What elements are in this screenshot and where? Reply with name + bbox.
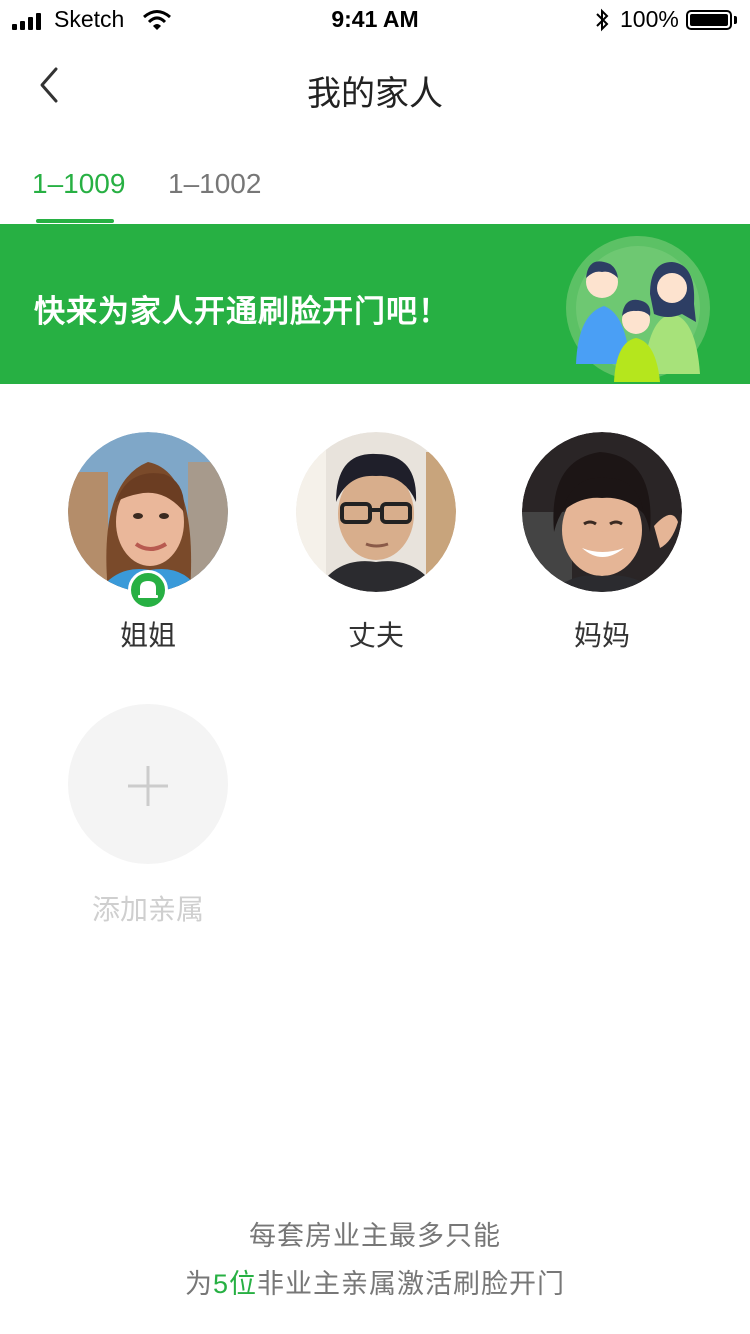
bell-badge (128, 570, 168, 610)
avatar-husband (296, 432, 456, 592)
family-illustration-icon (566, 236, 710, 382)
bell-icon (138, 581, 158, 598)
battery-icon (686, 10, 732, 30)
avatar-sister (68, 432, 228, 592)
member-mother[interactable]: 妈妈 (522, 432, 682, 651)
member-name: 姐姐 (119, 620, 176, 651)
battery-tip (734, 16, 737, 24)
member-husband[interactable]: 丈夫 (296, 432, 456, 651)
tab-1-1009[interactable]: 1–1009 (32, 168, 125, 200)
plus-icon (128, 766, 168, 806)
quota-note-line1: 每套房业主最多只能 (249, 1221, 501, 1251)
quota-suffix: 非业主亲属激活刷脸开门 (257, 1269, 566, 1299)
active-tab-indicator (36, 219, 114, 223)
add-relative-button[interactable] (68, 704, 228, 864)
member-name: 妈妈 (573, 620, 630, 651)
avatar-mother (522, 432, 682, 592)
status-bar: Sketch 9:41 AM 100% (0, 0, 750, 40)
banner-text: 快来为家人开通刷脸开门吧！ (34, 294, 450, 329)
quota-prefix: 为 (184, 1269, 213, 1299)
member-name: 丈夫 (347, 620, 404, 651)
tab-1-1002[interactable]: 1–1002 (168, 168, 261, 200)
bluetooth-icon (596, 8, 609, 32)
member-sister[interactable]: 姐姐 (68, 432, 228, 651)
quota-note-line2: 为5位非业主亲属激活刷脸开门 (0, 1262, 750, 1301)
battery-percent: 100% (620, 6, 679, 32)
quota-count: 5位 (212, 1269, 258, 1299)
add-relative-label: 添加亲属 (91, 894, 204, 925)
page-title: 我的家人 (307, 75, 443, 113)
